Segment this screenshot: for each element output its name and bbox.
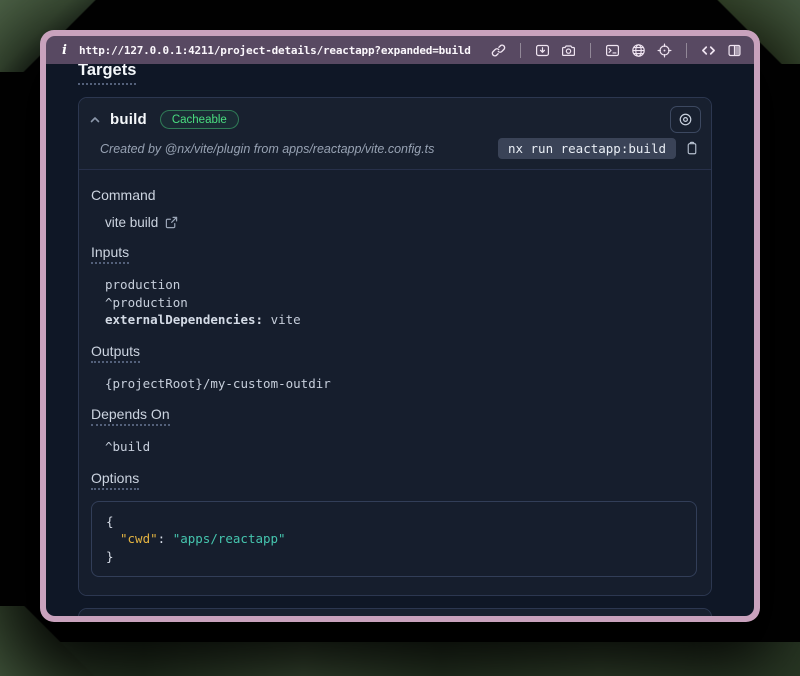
input-item: externalDependencies: vite	[105, 311, 697, 329]
eye-icon	[678, 112, 693, 127]
created-by-text: Created by @nx/vite/plugin from apps/rea…	[100, 142, 498, 156]
build-target-header[interactable]: build Cacheable Created by @nx/vite/plug…	[79, 98, 711, 169]
inputs-section: Inputs production ^production externalDe…	[91, 244, 697, 329]
input-item: ^production	[105, 294, 697, 312]
outputs-label[interactable]: Outputs	[91, 343, 697, 363]
code-line: }	[106, 548, 682, 566]
target-card-serve: serve vite serve	[78, 608, 712, 616]
depends-on-section: Depends On ^build	[91, 406, 697, 456]
outputs-section: Outputs {projectRoot}/my-custom-outdir	[91, 343, 697, 393]
download-icon[interactable]	[535, 43, 550, 58]
options-code-block: { "cwd": "apps/reactapp" }	[91, 501, 697, 578]
command-value: vite build	[105, 215, 158, 230]
options-label[interactable]: Options	[91, 470, 697, 490]
url-bar[interactable]: http://127.0.0.1:4211/project-details/re…	[79, 44, 491, 57]
copy-command-button[interactable]	[685, 141, 699, 156]
code-icon[interactable]	[701, 43, 716, 58]
camera-icon[interactable]	[561, 43, 576, 58]
link-icon[interactable]	[491, 43, 506, 58]
terminal-icon[interactable]	[605, 43, 620, 58]
serve-target-header[interactable]: serve vite serve	[79, 609, 711, 616]
toolbar-separator	[520, 43, 521, 58]
command-section: Command vite build	[91, 187, 697, 230]
build-target-name: build	[110, 111, 147, 128]
browser-window: i http://127.0.0.1:4211/project-details/…	[40, 30, 760, 622]
target-icon[interactable]	[657, 43, 672, 58]
input-item: production	[105, 276, 697, 294]
clipboard-icon	[685, 141, 699, 156]
chevron-up-icon[interactable]	[89, 114, 101, 126]
cacheable-badge: Cacheable	[160, 110, 239, 129]
browser-toolbar: i http://127.0.0.1:4211/project-details/…	[46, 36, 754, 64]
build-target-body: Command vite build	[79, 169, 711, 595]
desktop-wallpaper-patch	[0, 642, 800, 676]
toolbar-separator	[590, 43, 591, 58]
options-section: Options { "cwd": "apps/reactapp" }	[91, 470, 697, 578]
view-target-details-button[interactable]	[670, 106, 701, 133]
output-item: {projectRoot}/my-custom-outdir	[105, 375, 697, 393]
code-line: "cwd": "apps/reactapp"	[106, 530, 682, 548]
targets-heading-label: Targets	[78, 64, 136, 85]
depends-on-item: ^build	[105, 438, 697, 456]
page-content: Targets build Cacheable	[46, 64, 754, 616]
targets-heading[interactable]: Targets	[78, 64, 712, 85]
depends-on-label[interactable]: Depends On	[91, 406, 697, 426]
inputs-label[interactable]: Inputs	[91, 244, 697, 264]
toolbar-separator	[686, 43, 687, 58]
open-command-button[interactable]	[165, 216, 178, 229]
target-card-build: build Cacheable Created by @nx/vite/plug…	[78, 97, 712, 596]
run-command-chip: nx run reactapp:build	[498, 138, 676, 159]
toolbar-actions	[491, 43, 742, 58]
external-link-icon	[165, 216, 178, 229]
code-line: {	[106, 513, 682, 531]
globe-icon[interactable]	[631, 43, 646, 58]
command-label: Command	[91, 187, 697, 203]
split-panel-icon[interactable]	[727, 43, 742, 58]
info-icon: i	[62, 43, 67, 58]
